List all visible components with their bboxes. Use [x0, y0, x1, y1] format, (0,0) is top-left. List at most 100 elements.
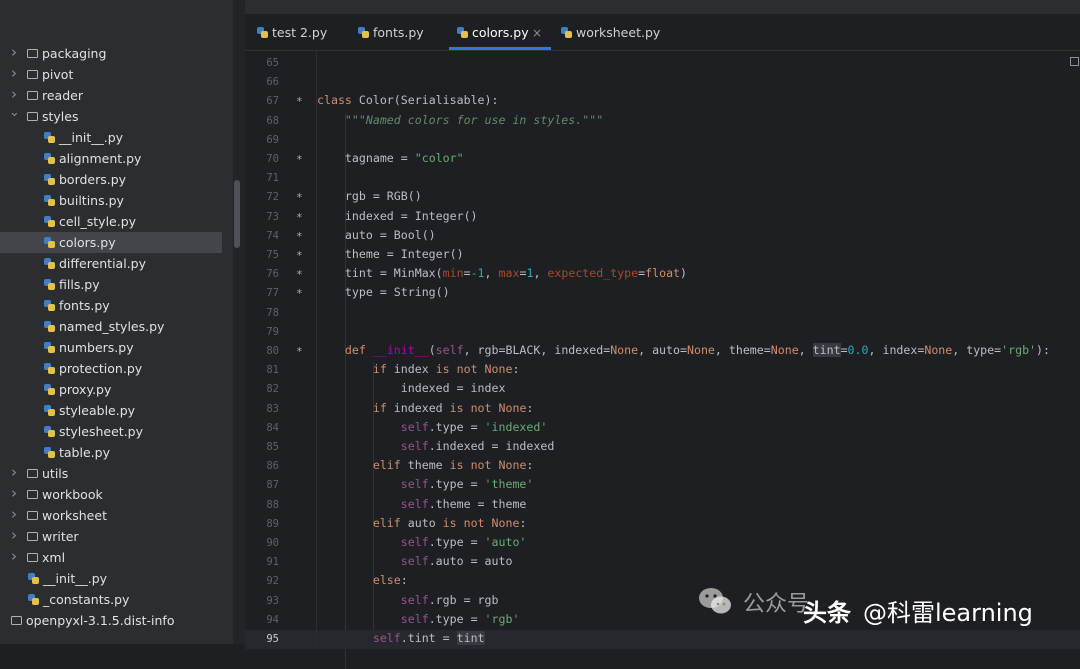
tree-item-label: worksheet	[42, 508, 107, 523]
tree-folder[interactable]: › utils	[0, 463, 233, 484]
code-line[interactable]: """Named colors for use in styles."""	[317, 113, 603, 127]
tree-folder[interactable]: ⌄ styles	[0, 106, 233, 127]
gutter-marker[interactable]: *	[296, 191, 303, 204]
tree-folder[interactable]: › workbook	[0, 484, 233, 505]
gutter-marker[interactable]: *	[296, 95, 303, 108]
tree-folder[interactable]: openpyxl-3.1.5.dist-info	[0, 610, 233, 631]
tree-file[interactable]: differential.py	[0, 253, 233, 274]
code-line[interactable]: self.rgb = rgb	[317, 593, 499, 607]
tree-folder[interactable]: › worksheet	[0, 505, 233, 526]
tree-item-label: utils	[42, 466, 69, 481]
code-editor[interactable]: 65 66 67 * class Color(Serialisable): 68 """N…	[245, 51, 1080, 669]
chevron-right-icon[interactable]: ›	[9, 505, 19, 524]
folder-icon	[27, 490, 38, 499]
gutter-marker[interactable]: *	[296, 153, 303, 166]
tree-file[interactable]: builtins.py	[0, 190, 233, 211]
code-line[interactable]: self.theme = theme	[317, 496, 527, 511]
code-line[interactable]: self.tint = tint	[317, 631, 485, 645]
tree-file[interactable]: table.py	[0, 442, 233, 463]
code-line[interactable]: theme = Integer()	[317, 247, 464, 261]
tree-file[interactable]: borders.py	[0, 169, 233, 190]
code-token: self	[400, 439, 429, 453]
chevron-down-icon[interactable]: ⌄	[9, 106, 20, 119]
chevron-right-icon[interactable]: ›	[9, 526, 19, 545]
gutter-marker[interactable]: *	[296, 345, 303, 358]
tab-worksheet-py[interactable]: worksheet.py	[561, 14, 660, 50]
code-token: self	[400, 496, 429, 511]
code-line[interactable]: auto = Bool()	[317, 228, 436, 242]
code-line[interactable]: self.type = 'auto'	[317, 535, 527, 549]
tab-test-2-py[interactable]: test 2.py	[257, 14, 347, 50]
tree-file[interactable]: numbers.py	[0, 337, 233, 358]
code-line[interactable]: self.type = 'indexed'	[317, 420, 548, 434]
code-line[interactable]: if indexed is not None:	[317, 400, 534, 415]
tab-colors-py[interactable]: colors.py ×	[449, 14, 551, 50]
code-line[interactable]: self.auto = auto	[317, 554, 513, 568]
tree-file[interactable]: __init__.py	[0, 127, 233, 148]
tree-file[interactable]: named_styles.py	[0, 316, 233, 337]
chevron-right-icon[interactable]: ›	[9, 85, 19, 104]
code-token: tagname =	[317, 151, 415, 165]
code-line[interactable]: else:	[317, 573, 408, 587]
tree-folder[interactable]: › writer	[0, 526, 233, 547]
chevron-right-icon[interactable]: ›	[9, 547, 19, 566]
code-token: max	[498, 266, 520, 281]
gutter-marker[interactable]: *	[296, 249, 303, 262]
code-line[interactable]: self.type = 'rgb'	[317, 612, 520, 626]
code-token: )	[680, 266, 688, 281]
code-token: is not None	[449, 400, 527, 415]
code-token: , index=	[868, 343, 925, 357]
tab-fonts-py[interactable]: fonts.py	[358, 14, 448, 50]
tree-folder[interactable]: › packaging	[0, 43, 233, 64]
line-number: 88	[266, 498, 279, 511]
active-tab-indicator	[449, 47, 551, 50]
code-line[interactable]: tagname = "color"	[317, 151, 464, 165]
code-line[interactable]: elif theme is not None:	[317, 458, 534, 472]
tree-file[interactable]: __init__.py	[0, 568, 233, 589]
code-line[interactable]: tint = MinMax(min=-1, max=1, expected_ty…	[317, 266, 687, 280]
code-token: ,	[798, 343, 813, 357]
gutter-marker[interactable]: *	[296, 230, 303, 243]
code-line[interactable]: self.type = 'theme'	[317, 477, 534, 492]
gutter-marker[interactable]: *	[296, 211, 303, 224]
tree-folder[interactable]: › reader	[0, 85, 233, 106]
chevron-right-icon[interactable]: ›	[9, 484, 19, 503]
tree-file[interactable]: fonts.py	[0, 295, 233, 316]
code-line[interactable]: rgb = RGB()	[317, 189, 422, 203]
project-tree-scrollbar[interactable]	[234, 180, 240, 248]
chevron-right-icon[interactable]: ›	[9, 43, 19, 62]
tree-file[interactable]: proxy.py	[0, 379, 233, 400]
tree-file[interactable]: styleable.py	[0, 400, 233, 421]
tree-file[interactable]: _constants.py	[0, 589, 233, 610]
code-token: 0.0	[847, 343, 869, 357]
tree-file[interactable]: fills.py	[0, 274, 233, 295]
code-line[interactable]: if index is not None:	[317, 362, 520, 376]
code-line[interactable]: self.indexed = indexed	[317, 439, 555, 453]
python-file-icon	[44, 426, 55, 437]
code-token: self	[400, 535, 429, 549]
tree-file[interactable]: alignment.py	[0, 148, 233, 169]
code-line[interactable]: class Color(Serialisable):	[317, 93, 499, 107]
chevron-right-icon[interactable]: ›	[9, 463, 19, 482]
code-line[interactable]: indexed = index	[317, 381, 506, 395]
tree-file[interactable]: colors.py	[0, 232, 222, 253]
tree-file[interactable]: stylesheet.py	[0, 421, 233, 442]
tree-folder[interactable]: › pivot	[0, 64, 233, 85]
code-token: self	[400, 477, 429, 492]
code-line[interactable]: type = String()	[317, 285, 450, 299]
tree-folder[interactable]: › xml	[0, 547, 233, 568]
gutter-marker[interactable]: *	[296, 287, 303, 300]
gutter-marker[interactable]: *	[296, 268, 303, 281]
code-line[interactable]: indexed = Integer()	[317, 209, 478, 223]
chevron-right-icon[interactable]: ›	[9, 64, 19, 83]
tree-item-label: borders.py	[59, 172, 127, 187]
code-line[interactable]: def __init__(self, rgb=BLACK, indexed=No…	[317, 343, 1050, 357]
reader-mode-icon[interactable]	[1070, 57, 1079, 66]
tree-file[interactable]: cell_style.py	[0, 211, 233, 232]
tree-item-label: differential.py	[59, 256, 146, 271]
tree-file[interactable]: protection.py	[0, 358, 233, 379]
code-line[interactable]: elif auto is not None:	[317, 516, 527, 530]
